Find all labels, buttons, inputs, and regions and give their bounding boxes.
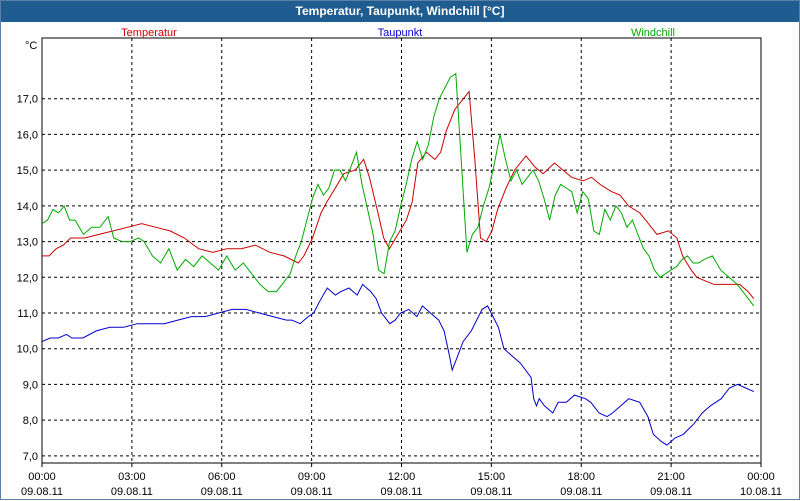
x-tick-date-label: 10.08.11: [740, 486, 782, 498]
x-tick-date-label: 09.08.11: [560, 486, 602, 498]
chart-window: Temperatur, Taupunkt, Windchill [°C] 7,0…: [0, 0, 800, 500]
x-tick-time-label: 21:00: [657, 471, 685, 483]
y-tick-label: 15,0: [17, 165, 38, 177]
y-tick-label: 7,0: [23, 451, 38, 463]
x-tick-time-label: 15:00: [478, 471, 506, 483]
y-tick-label: 12,0: [17, 272, 38, 284]
y-tick-label: 17,0: [17, 94, 38, 106]
legend-entry-windchill: Windchill: [631, 27, 675, 39]
y-tick-label: 13,0: [17, 237, 38, 249]
x-tick-time-label: 00:00: [747, 471, 775, 483]
x-tick-time-label: 09:00: [298, 471, 326, 483]
x-tick-time-label: 03:00: [118, 471, 146, 483]
line-chart: 7,0 8,0 9,0 10,0 11,0 12,0 13,0 14,0 15,0 16,0 17,…: [17, 27, 782, 498]
x-tick-time-label: 18:00: [567, 471, 595, 483]
legend-entry-taupunkt: Taupunkt: [378, 27, 423, 39]
x-tick-time-label: 12:00: [388, 471, 416, 483]
x-tick-time-label: 06:00: [208, 471, 236, 483]
x-tick-date-label: 09.08.11: [111, 486, 153, 498]
x-tick-date-label: 09.08.11: [201, 486, 243, 498]
x-tick-date-label: 09.08.11: [650, 486, 692, 498]
x-tick-date-label: 09.08.11: [291, 486, 333, 498]
y-tick-label: 10,0: [17, 344, 38, 356]
y-tick-label: 16,0: [17, 129, 38, 141]
x-tick-date-label: 09.08.11: [470, 486, 512, 498]
y-tick-label: 14,0: [17, 201, 38, 213]
x-tick-time-label: 00:00: [28, 471, 56, 483]
x-tick-date-label: 09.08.11: [21, 486, 63, 498]
y-tick-label: 11,0: [17, 308, 38, 320]
x-tick-date-label: 09.08.11: [380, 486, 422, 498]
y-tick-label: 9,0: [23, 379, 38, 391]
y-tick-label: 8,0: [23, 415, 38, 427]
legend-entry-temperatur: Temperatur: [121, 27, 177, 39]
y-axis-label: °C: [25, 40, 37, 52]
